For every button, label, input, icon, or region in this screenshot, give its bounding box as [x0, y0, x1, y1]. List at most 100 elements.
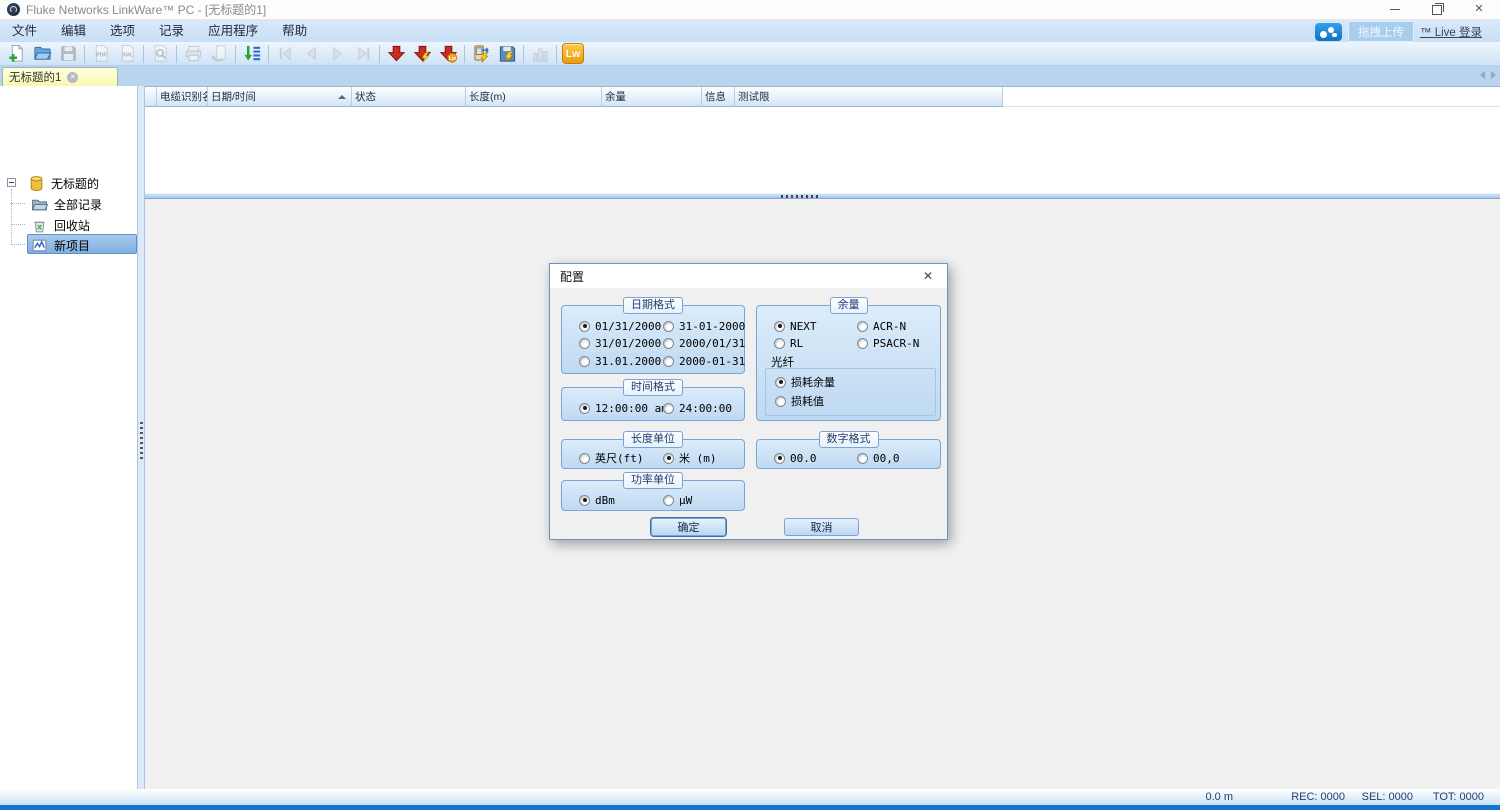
radio-icon [663, 356, 674, 367]
import-linkware-live-icon[interactable]: Lw [437, 43, 459, 65]
menu-help[interactable]: 帮助 [270, 20, 319, 42]
radio-margin-psacr-n[interactable]: PSACR-N [857, 336, 919, 350]
radio-date-format-4[interactable]: 31.01.2000 [579, 354, 661, 368]
minimize-button[interactable] [1374, 0, 1416, 19]
group-length-unit: 长度单位 英尺(ft) 米 (m) [561, 439, 745, 469]
import-from-tester-auto-icon[interactable] [411, 43, 433, 65]
tree-collapse-icon[interactable] [7, 178, 16, 187]
column-header-status[interactable]: 状态 [352, 87, 466, 107]
save-icon[interactable] [57, 43, 79, 65]
radio-icon [663, 495, 674, 506]
radio-date-format-3[interactable]: 2000/01/31 [663, 336, 745, 350]
nav-first-icon[interactable] [274, 43, 296, 65]
radio-length-unit-0[interactable]: 英尺(ft) [579, 451, 644, 465]
radio-number-format-0[interactable]: 00.0 [774, 451, 817, 465]
tab-close-icon[interactable]: ✕ [67, 72, 78, 83]
export-xml-icon[interactable]: XML [116, 43, 138, 65]
horizontal-splitter[interactable] [145, 193, 1500, 199]
tree-item-label: 新项目 [54, 237, 90, 254]
radio-icon [579, 453, 590, 464]
restore-button[interactable] [1416, 0, 1458, 19]
radio-date-format-0[interactable]: 01/31/2000 [579, 319, 661, 333]
column-header-date-time[interactable]: 日期/时间 [208, 87, 352, 107]
restore-icon [1432, 5, 1442, 15]
radio-fiber-loss-value[interactable]: 损耗值 [775, 394, 824, 408]
tree-item-new-project[interactable]: 新项目 [31, 235, 90, 255]
radio-icon [663, 338, 674, 349]
table-header-filler [1003, 87, 1500, 107]
tab-untitled-1[interactable]: 无标题的1 ✕ [2, 67, 118, 86]
ok-button[interactable]: 确定 [651, 518, 726, 536]
menu-applications[interactable]: 应用程序 [196, 20, 270, 42]
column-header-cable-id[interactable]: 电缆识别名 [157, 87, 208, 107]
tree-item-label: 全部记录 [54, 196, 102, 213]
sync-device-icon[interactable] [470, 43, 492, 65]
open-folder-icon[interactable] [31, 43, 53, 65]
column-header-length[interactable]: 长度(m) [466, 87, 602, 107]
radio-time-format-1[interactable]: 24:00:00 [663, 401, 732, 415]
splitter-grip [781, 195, 821, 198]
column-header-test-limit[interactable]: 测试限 [735, 87, 1003, 107]
tab-label: 无标题的1 [9, 69, 61, 85]
nav-prev-icon[interactable] [300, 43, 322, 65]
export-pdf-icon[interactable]: PDF [90, 43, 112, 65]
nav-next-icon[interactable] [326, 43, 348, 65]
linkware-live-logo-icon[interactable] [1315, 23, 1342, 41]
radio-margin-rl[interactable]: RL [774, 336, 803, 350]
tab-scroll-controls [1480, 71, 1496, 79]
menu-edit[interactable]: 编辑 [49, 20, 98, 42]
database-icon [28, 175, 45, 192]
tree-item-recycle-bin[interactable]: 回收站 [31, 215, 90, 235]
sort-records-icon[interactable] [241, 43, 263, 65]
tree-root-untitled[interactable]: 无标题的 [28, 173, 99, 193]
cancel-button[interactable]: 取消 [784, 518, 859, 536]
radio-margin-next[interactable]: NEXT [774, 319, 817, 333]
radio-fiber-loss-margin[interactable]: 损耗余量 [775, 375, 835, 389]
close-icon: ✕ [1474, 4, 1483, 15]
print-icon[interactable] [182, 43, 204, 65]
radio-date-format-1[interactable]: 31-01-2000 [663, 319, 745, 333]
sync-save-icon[interactable] [496, 43, 518, 65]
tree-item-all-records[interactable]: 全部记录 [31, 194, 102, 214]
svg-text:PDF: PDF [96, 52, 106, 58]
radio-number-format-1[interactable]: 00,0 [857, 451, 900, 465]
tree-connector [11, 189, 13, 245]
radio-icon [774, 321, 785, 332]
radio-power-unit-1[interactable]: μW [663, 493, 692, 507]
stats-chart-icon[interactable] [529, 43, 551, 65]
new-file-icon[interactable] [5, 43, 27, 65]
tree-item-label: 回收站 [54, 217, 90, 234]
close-button[interactable]: ✕ [1458, 0, 1500, 19]
column-header-margin[interactable]: 余量 [602, 87, 702, 107]
radio-margin-acr-n[interactable]: ACR-N [857, 319, 906, 333]
radio-icon [579, 356, 590, 367]
tab-scroll-right-icon[interactable] [1491, 71, 1496, 79]
linkware-live-button[interactable]: Lw [562, 43, 584, 65]
print-preview-icon[interactable] [149, 43, 171, 65]
radio-date-format-2[interactable]: 31/01/2000 [579, 336, 661, 350]
row-selector-column-header[interactable] [145, 87, 157, 107]
import-from-tester-icon[interactable] [385, 43, 407, 65]
radio-power-unit-0[interactable]: dBm [579, 493, 615, 507]
radio-icon [579, 338, 590, 349]
drag-upload-button[interactable]: 拖拽上传 [1348, 21, 1414, 42]
column-header-info[interactable]: 信息 [702, 87, 735, 107]
status-bar: 0.0 m REC: 0000 SEL: 0000 TOT: 0000 [0, 789, 1500, 805]
radio-icon [663, 321, 674, 332]
vertical-splitter[interactable] [137, 86, 145, 789]
revert-icon[interactable] [208, 43, 230, 65]
application-window: Fluke Networks LinkWare™ PC - [无标题的1] ✕ … [0, 0, 1500, 810]
dialog-close-icon[interactable]: ✕ [919, 268, 937, 284]
menu-options[interactable]: 选项 [98, 20, 147, 42]
title-bar: Fluke Networks LinkWare™ PC - [无标题的1] ✕ [0, 0, 1500, 20]
live-login-link[interactable]: ™ Live 登录 [1420, 24, 1482, 40]
radio-date-format-5[interactable]: 2000-01-31 [663, 354, 745, 368]
menu-file[interactable]: 文件 [0, 20, 49, 42]
radio-length-unit-1[interactable]: 米 (m) [663, 451, 717, 465]
tree-root-label: 无标题的 [51, 175, 99, 192]
menu-records[interactable]: 记录 [147, 20, 196, 42]
nav-last-icon[interactable] [352, 43, 374, 65]
window-title: Fluke Networks LinkWare™ PC - [无标题的1] [26, 1, 266, 18]
radio-time-format-0[interactable]: 12:00:00 am [579, 401, 668, 415]
tab-scroll-left-icon[interactable] [1480, 71, 1485, 79]
